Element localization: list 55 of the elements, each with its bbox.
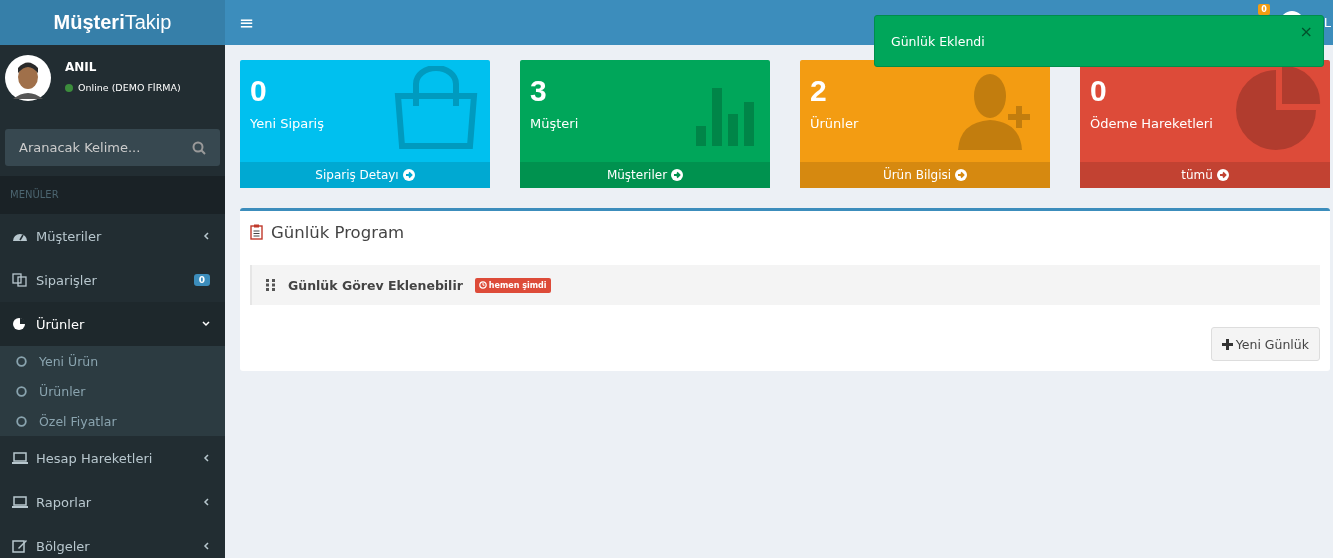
circle-icon <box>16 385 27 397</box>
count-badge: 0 <box>193 274 210 286</box>
menu-header: MENÜLER <box>0 176 225 214</box>
new-entry-button[interactable]: Yeni Günlük <box>1210 327 1320 361</box>
panel-title: Günlük Program <box>271 222 405 242</box>
stat-link[interactable]: tümü <box>1080 162 1330 188</box>
avatar <box>5 55 51 101</box>
stat-value: 2 <box>810 74 828 108</box>
laptop-icon <box>12 451 28 465</box>
task-text: Günlük Görev Eklenebilir <box>288 277 463 293</box>
edit-icon <box>12 539 28 553</box>
clock-icon <box>478 281 487 289</box>
chevron-left-icon <box>202 454 210 462</box>
clipboard-icon <box>250 224 263 240</box>
user-name[interactable]: L <box>1323 15 1333 30</box>
chevron-left-icon <box>202 498 210 506</box>
stat-value: 0 <box>250 74 268 108</box>
search-field[interactable]: Aranacak Kelime... <box>5 129 220 166</box>
submenu-item[interactable]: Yeni Ürün <box>0 346 225 376</box>
stat-value: 0 <box>1090 74 1108 108</box>
arrow-circle-icon <box>1216 169 1229 181</box>
arrow-circle-icon <box>955 169 968 181</box>
stat-value: 3 <box>530 74 548 108</box>
plus-icon <box>1221 338 1233 350</box>
chevron-down-icon <box>202 320 210 328</box>
notification-badge: 0 <box>1258 3 1270 15</box>
close-button[interactable]: × <box>1299 22 1313 41</box>
stat-label: Müşteri <box>530 116 580 131</box>
pie-chart-icon <box>12 317 28 331</box>
stat-link[interactable]: Sipariş Detayı <box>240 162 490 188</box>
stat-label: Ürünler <box>810 116 860 131</box>
drag-handle-icon[interactable] <box>266 279 276 291</box>
stat-label: Ödeme Hareketleri <box>1090 116 1214 131</box>
circle-icon <box>16 415 27 427</box>
submenu-item[interactable]: Özel Fiyatlar <box>0 406 225 436</box>
toast-message: Günlük Eklendi <box>891 33 985 49</box>
task-item[interactable]: Günlük Görev Eklenebilir hemen şimdi <box>250 265 1320 305</box>
search-icon[interactable] <box>192 141 206 155</box>
arrow-circle-icon <box>402 169 415 181</box>
menu-item[interactable]: Ürünler <box>0 302 225 346</box>
arrow-circle-icon <box>671 169 684 181</box>
copy-icon <box>12 273 28 287</box>
app-logo[interactable]: MüşteriTakip <box>0 0 225 45</box>
time-badge: hemen şimdi <box>474 277 551 293</box>
circle-icon <box>16 355 27 367</box>
stat-link[interactable]: Müşteriler <box>520 162 770 188</box>
user-name: ANIL <box>65 60 98 74</box>
laptop-icon <box>12 495 28 509</box>
menu-toggle[interactable]: ≡ <box>239 12 255 33</box>
user-status: Online (DEMO FİRMA) <box>78 82 181 93</box>
chevron-left-icon <box>202 542 210 550</box>
stat-link[interactable]: Ürün Bilgisi <box>800 162 1050 188</box>
stat-label: Yeni Sipariş <box>250 116 325 131</box>
chevron-left-icon <box>202 232 210 240</box>
submenu-item[interactable]: Ürünler <box>0 376 225 406</box>
